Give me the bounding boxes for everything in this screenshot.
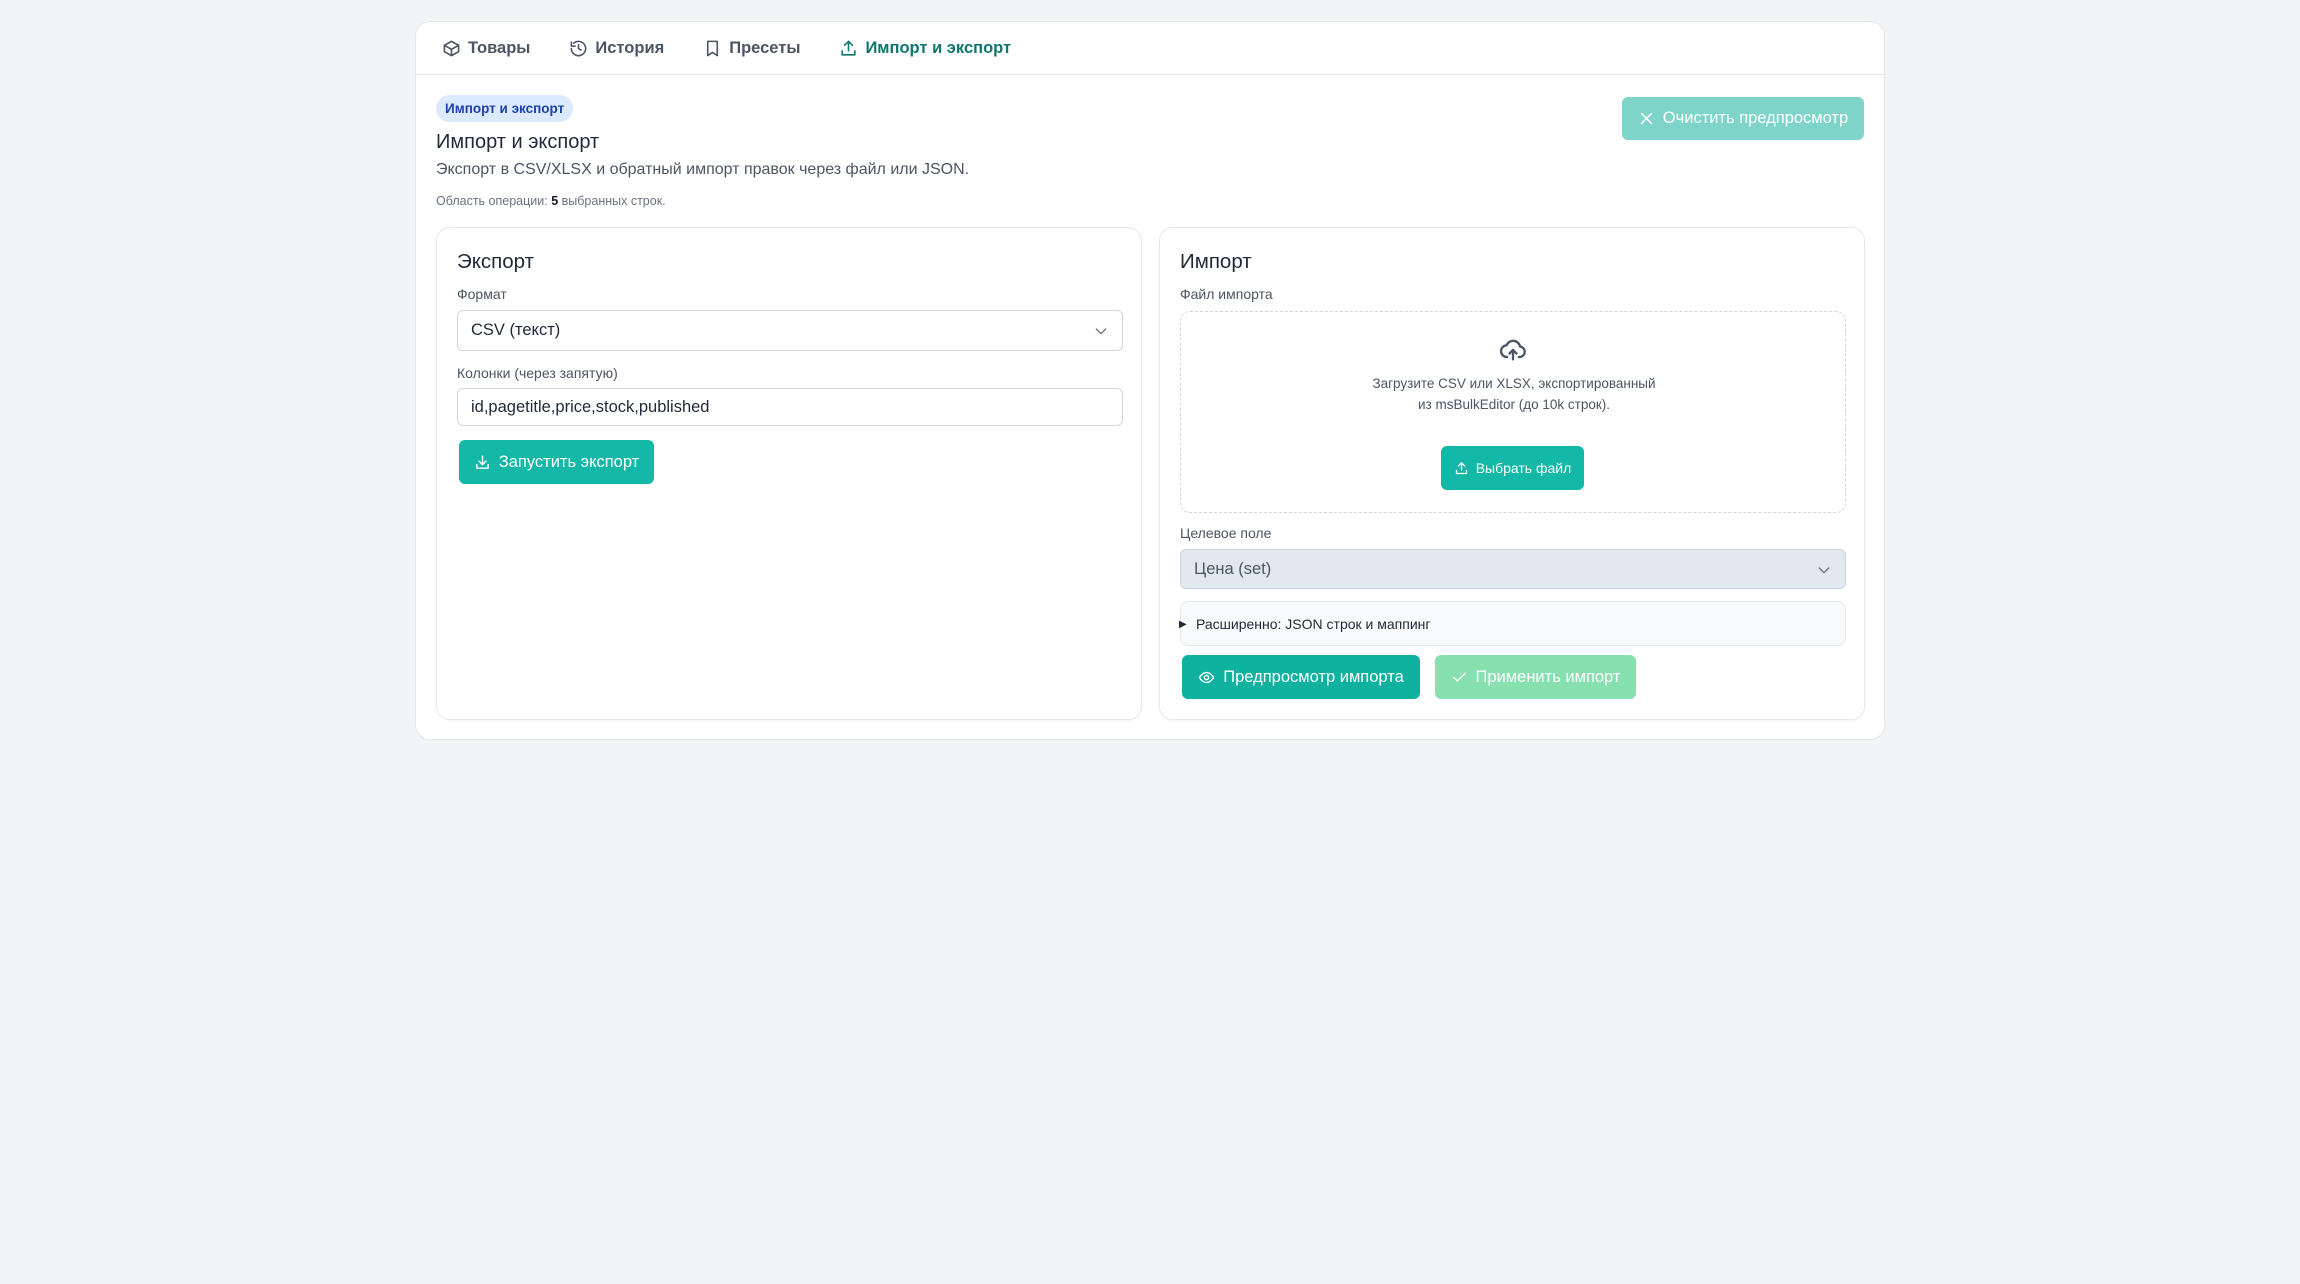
apply-import-label: Применить импорт xyxy=(1475,667,1621,686)
preview-import-button[interactable]: Предпросмотр импорта xyxy=(1182,655,1420,699)
advanced-label: Расширенно: JSON строк и маппинг xyxy=(1196,616,1431,632)
chevron-down-icon xyxy=(1818,567,1830,574)
run-export-button[interactable]: Запустить экспорт xyxy=(459,440,654,484)
target-field-label: Целевое поле xyxy=(1180,525,1272,541)
import-title: Импорт xyxy=(1180,250,1252,273)
clear-preview-label: Очистить предпросмотр xyxy=(1662,109,1849,127)
upload-icon xyxy=(841,40,857,56)
scope-suffix: выбранных строк. xyxy=(561,194,666,208)
tab-presets-label: Пресеты xyxy=(729,38,801,57)
format-label: Формат xyxy=(457,286,507,302)
tab-history[interactable]: История xyxy=(569,39,664,58)
export-panel: Экспорт Формат CSV (текст) Колонки (чере… xyxy=(436,227,1142,720)
tab-presets[interactable]: Пресеты xyxy=(703,39,800,58)
import-panel: Импорт Файл импорта Загрузите CSV или XL… xyxy=(1159,227,1865,720)
page-subtitle: Экспорт в CSV/XLSX и обратный импорт пра… xyxy=(436,161,970,178)
section-badge: Импорт и экспорт xyxy=(436,95,574,122)
close-icon xyxy=(1640,112,1653,125)
eye-icon xyxy=(1198,671,1215,683)
tab-products-label: Товары xyxy=(468,38,531,57)
box-icon xyxy=(443,40,460,56)
download-icon xyxy=(475,454,489,469)
scope-prefix: Область операции: xyxy=(436,194,548,208)
disclosure-triangle-icon: ▶ xyxy=(1179,619,1187,630)
cloud-upload-icon xyxy=(1499,339,1526,361)
history-icon xyxy=(570,40,587,56)
page-title: Импорт и экспорт xyxy=(436,131,600,153)
scope-count: 5 xyxy=(551,194,559,208)
main-card: Товары История Пресеты Импорт и экспорт … xyxy=(415,21,1885,740)
tab-import-export[interactable]: Импорт и экспорт xyxy=(839,39,1011,58)
tab-products[interactable]: Товары xyxy=(442,39,530,58)
clear-preview-button[interactable]: Очистить предпросмотр xyxy=(1622,97,1864,140)
import-file-label: Файл импорта xyxy=(1180,286,1273,302)
choose-file-label: Выбрать файл xyxy=(1475,460,1572,476)
columns-label: Колонки (через запятую) xyxy=(457,365,618,381)
choose-file-button[interactable]: Выбрать файл xyxy=(1441,446,1584,490)
bookmark-icon xyxy=(707,40,719,56)
file-dropzone[interactable]: Загрузите CSV или XLSX, экспортированный… xyxy=(1180,311,1846,513)
apply-import-button[interactable]: Применить импорт xyxy=(1435,655,1636,699)
format-value: CSV (текст) xyxy=(471,321,561,339)
upload-icon xyxy=(1455,461,1467,474)
operation-scope: Область операции: 5 выбранных строк. xyxy=(436,194,666,208)
columns-input[interactable] xyxy=(457,388,1123,426)
format-select[interactable]: CSV (текст) xyxy=(457,310,1123,351)
export-title: Экспорт xyxy=(457,250,535,273)
tab-bar: Товары История Пресеты Импорт и экспорт xyxy=(416,22,1884,75)
run-export-label: Запустить экспорт xyxy=(498,452,640,471)
tab-history-label: История xyxy=(595,38,665,57)
target-field-value: Цена (set) xyxy=(1194,559,1272,578)
check-icon xyxy=(1452,672,1466,682)
preview-import-label: Предпросмотр импорта xyxy=(1223,667,1404,686)
chevron-down-icon xyxy=(1095,328,1107,335)
tab-import-export-label: Импорт и экспорт xyxy=(865,38,1012,57)
target-field-select[interactable]: Цена (set) xyxy=(1180,549,1846,589)
advanced-json-mapping-toggle[interactable]: ▶ Расширенно: JSON строк и маппинг xyxy=(1179,601,1846,646)
dropzone-text: Загрузите CSV или XLSX, экспортированный… xyxy=(1372,376,1656,412)
